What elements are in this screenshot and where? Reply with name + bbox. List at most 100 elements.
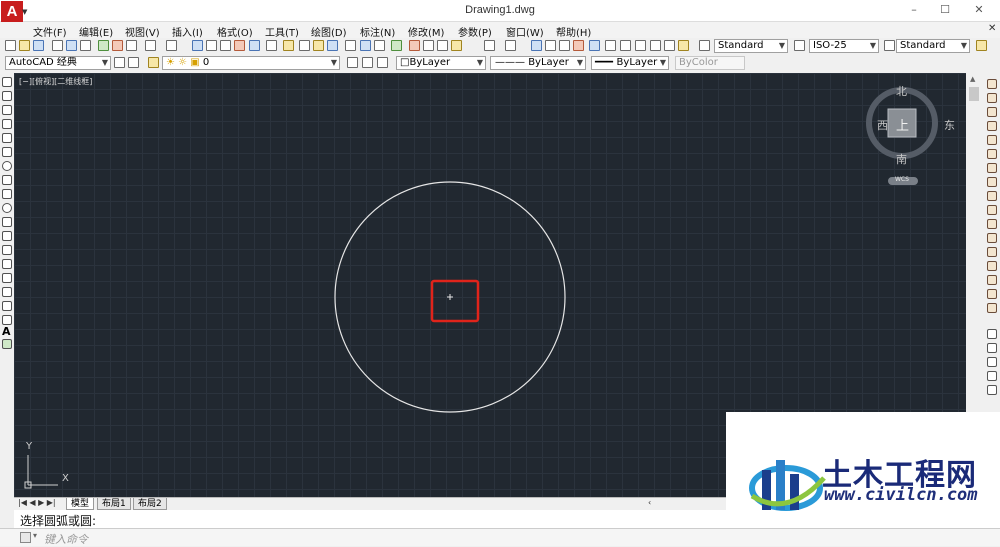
chamfer-icon[interactable]: [987, 275, 997, 285]
stretch-icon[interactable]: [987, 191, 997, 201]
text-style-select[interactable]: Standard ▼: [714, 39, 788, 53]
open-icon[interactable]: [19, 40, 30, 51]
workspace-switch-icon[interactable]: [128, 57, 139, 68]
linetype-select[interactable]: ——— ByLayer ▼: [490, 56, 586, 70]
menu-close-icon[interactable]: ✕: [988, 23, 996, 34]
help-icon[interactable]: [283, 40, 294, 51]
copy-object-icon[interactable]: [987, 93, 997, 103]
polygon-icon[interactable]: [2, 119, 12, 129]
extend-icon[interactable]: [987, 219, 997, 229]
text-style-icon[interactable]: [699, 40, 710, 51]
tab-navigation-icons[interactable]: |◀ ◀ ▶ ▶|: [18, 498, 56, 507]
tool-palettes-icon[interactable]: [620, 40, 631, 51]
help-icon-2[interactable]: [678, 40, 689, 51]
menu-dimension[interactable]: 标注(N): [360, 24, 395, 39]
command-customize-icon[interactable]: [20, 532, 31, 543]
multiline-text-icon[interactable]: A: [2, 325, 11, 338]
design-center-icon-2[interactable]: [605, 40, 616, 51]
plot-preview-icon[interactable]: [66, 40, 77, 51]
pan-icon[interactable]: [192, 40, 203, 51]
cut-icon-2[interactable]: [409, 40, 420, 51]
viewcube-east[interactable]: 东: [944, 117, 955, 133]
make-block-icon[interactable]: [2, 245, 12, 255]
table-style-select[interactable]: Standard ▼: [896, 39, 970, 53]
table-style-icon[interactable]: [884, 40, 895, 51]
cut-icon[interactable]: [112, 40, 123, 51]
color-select[interactable]: □ByLayer ▼: [396, 56, 486, 70]
menu-view[interactable]: 视图(V): [125, 24, 160, 39]
add-selected-icon[interactable]: [2, 339, 12, 349]
menu-parametric[interactable]: 参数(P): [458, 24, 492, 39]
match-properties-icon[interactable]: [451, 40, 462, 51]
hscroll-left-icon[interactable]: ‹: [648, 498, 651, 507]
bring-front-icon[interactable]: [987, 343, 997, 353]
menu-modify[interactable]: 修改(M): [408, 24, 444, 39]
fillet-icon[interactable]: [987, 289, 997, 299]
markup-icon[interactable]: [650, 40, 661, 51]
zoom-window-icon[interactable]: [220, 40, 231, 51]
revision-cloud-icon[interactable]: [2, 175, 12, 185]
make-layer-current-icon[interactable]: [347, 57, 358, 68]
menu-help[interactable]: 帮助(H): [556, 24, 591, 39]
menu-insert[interactable]: 插入(I): [172, 24, 203, 39]
menu-window[interactable]: 窗口(W): [506, 24, 544, 39]
lineweight-select[interactable]: ━━━ ByLayer ▼: [591, 56, 669, 70]
print-icon-2[interactable]: [345, 40, 356, 51]
sheet-set-icon[interactable]: [635, 40, 646, 51]
tab-layout2[interactable]: 布局2: [133, 498, 167, 510]
send-under-icon[interactable]: [987, 385, 997, 395]
pan-icon-2[interactable]: [531, 40, 542, 51]
multileader-style-icon[interactable]: [976, 40, 987, 51]
zoom-window-icon-2[interactable]: [559, 40, 570, 51]
rectangle-icon[interactable]: [2, 133, 12, 143]
copy-icon-2[interactable]: [423, 40, 434, 51]
hatch-icon[interactable]: [2, 273, 12, 283]
redo-icon[interactable]: [166, 40, 177, 51]
publish-icon[interactable]: [80, 40, 91, 51]
move-icon[interactable]: [987, 149, 997, 159]
layer-match-icon[interactable]: [377, 57, 388, 68]
construction-line-icon[interactable]: [2, 91, 12, 101]
redo-icon-2[interactable]: [505, 40, 516, 51]
save-icon[interactable]: [33, 40, 44, 51]
line-icon[interactable]: [2, 77, 12, 87]
print-icon[interactable]: [52, 40, 63, 51]
circle-icon[interactable]: [2, 161, 12, 171]
viewcube-west[interactable]: 西: [877, 117, 888, 133]
3d-dwf-icon-2[interactable]: [391, 40, 402, 51]
plot-preview-icon-2[interactable]: [360, 40, 371, 51]
save-icon-2[interactable]: [327, 40, 338, 51]
close-button[interactable]: ✕: [969, 3, 989, 17]
minimize-button[interactable]: –: [904, 3, 924, 17]
layer-previous-icon[interactable]: [362, 57, 373, 68]
quickcalc-icon[interactable]: [664, 40, 675, 51]
layer-properties-icon[interactable]: [148, 57, 159, 68]
properties-icon-2[interactable]: [589, 40, 600, 51]
scale-icon[interactable]: [987, 177, 997, 187]
zoom-previous-icon-2[interactable]: [573, 40, 584, 51]
bring-above-icon[interactable]: [987, 371, 997, 381]
command-recent-icon[interactable]: ▾: [33, 531, 37, 540]
menu-file[interactable]: 文件(F): [33, 24, 67, 39]
scroll-thumb[interactable]: [969, 87, 979, 101]
menu-edit[interactable]: 编辑(E): [79, 24, 113, 39]
menu-tools[interactable]: 工具(T): [265, 24, 299, 39]
paste-icon[interactable]: [437, 40, 448, 51]
publish-icon-2[interactable]: [374, 40, 385, 51]
zoom-realtime-icon[interactable]: [206, 40, 217, 51]
new-icon[interactable]: [5, 40, 16, 51]
insert-block-icon[interactable]: [2, 231, 12, 241]
trim-icon[interactable]: [987, 205, 997, 215]
join-icon[interactable]: [987, 261, 997, 271]
undo-icon-2[interactable]: [484, 40, 495, 51]
polyline-icon[interactable]: [2, 105, 12, 115]
dim-style-icon[interactable]: [794, 40, 805, 51]
tab-model[interactable]: 模型: [66, 498, 95, 510]
point-icon[interactable]: [2, 259, 12, 269]
scroll-up-icon[interactable]: ▲: [970, 75, 975, 83]
zoom-previous-icon[interactable]: [234, 40, 245, 51]
workspace-select[interactable]: AutoCAD 经典 ▼: [5, 56, 111, 70]
properties-icon[interactable]: [249, 40, 260, 51]
zoom-realtime-icon-2[interactable]: [545, 40, 556, 51]
menu-draw[interactable]: 绘图(D): [311, 24, 347, 39]
